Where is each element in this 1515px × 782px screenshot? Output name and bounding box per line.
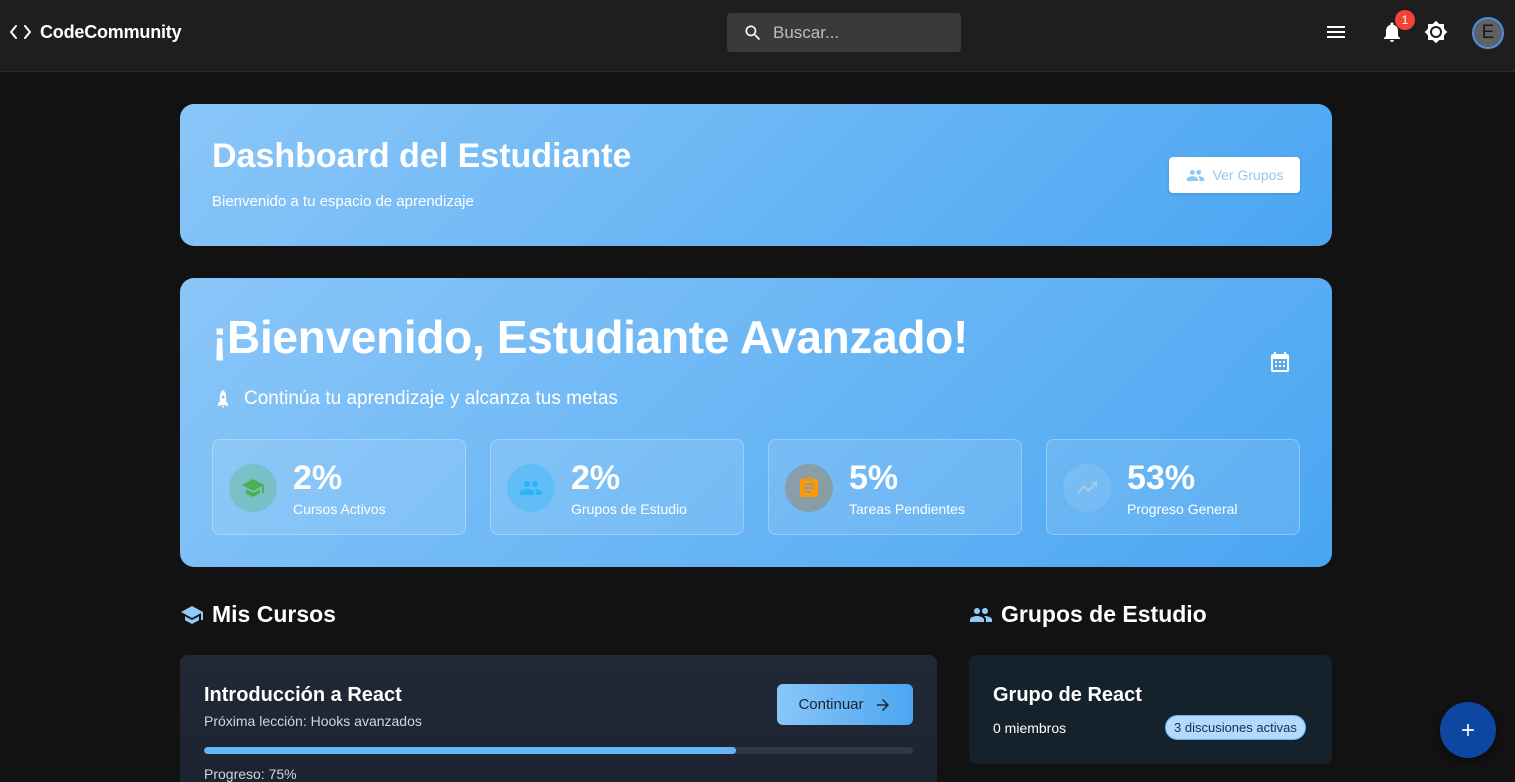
- stat-value: 2%: [293, 459, 343, 497]
- stat-label: Tareas Pendientes: [849, 501, 965, 517]
- stat-icon-circle: [229, 464, 277, 512]
- course-next-lesson: Próxima lección: Hooks avanzados: [204, 713, 422, 729]
- search-box[interactable]: [727, 13, 961, 52]
- add-fab-button[interactable]: [1440, 702, 1496, 758]
- rocket-icon: [212, 388, 234, 410]
- course-name: Introducción a React: [204, 684, 402, 706]
- continuar-button[interactable]: Continuar: [777, 684, 913, 725]
- course-progress-fill: [204, 747, 736, 754]
- search-input[interactable]: [773, 22, 943, 43]
- continuar-label: Continuar: [798, 696, 864, 713]
- school-icon: [180, 603, 204, 627]
- courses-title-text: Mis Cursos: [212, 601, 336, 627]
- welcome-title: ¡Bienvenido, Estudiante Avanzado!: [212, 311, 968, 363]
- courses-section-title: Mis Cursos: [180, 601, 336, 628]
- brand-name: CodeCommunity: [40, 21, 182, 42]
- notification-badge: 1: [1395, 10, 1415, 30]
- stat-card-grupos: 2% Grupos de Estudio: [490, 439, 744, 535]
- group-card[interactable]: Grupo de React 0 miembros 3 discusiones …: [969, 655, 1332, 764]
- page-subtitle: Bienvenido a tu espacio de aprendizaje: [212, 193, 474, 210]
- trending-up-icon: [1075, 476, 1099, 500]
- groups-section-title: Grupos de Estudio: [969, 601, 1207, 628]
- stat-card-cursos: 2% Cursos Activos: [212, 439, 466, 535]
- code-icon: [10, 25, 31, 39]
- ver-grupos-label: Ver Grupos: [1212, 167, 1284, 183]
- brightness-icon[interactable]: [1424, 20, 1448, 44]
- user-avatar[interactable]: E: [1472, 17, 1504, 49]
- dashboard-header-card: Dashboard del Estudiante Bienvenido a tu…: [180, 104, 1332, 246]
- calendar-icon[interactable]: [1268, 350, 1292, 374]
- search-icon: [743, 23, 763, 43]
- stat-card-progreso: 53% Progreso General: [1046, 439, 1300, 535]
- stat-value: 5%: [849, 459, 899, 497]
- welcome-card: ¡Bienvenido, Estudiante Avanzado! Contin…: [180, 278, 1332, 567]
- stat-value: 2%: [571, 459, 621, 497]
- stat-icon-circle: [507, 464, 555, 512]
- course-progress-label: Progreso: 75%: [204, 766, 297, 782]
- assignment-icon: [797, 476, 821, 500]
- stat-icon-circle: [1063, 464, 1111, 512]
- stat-label: Grupos de Estudio: [571, 501, 687, 517]
- group-members: 0 miembros: [993, 720, 1067, 736]
- top-app-bar: CodeCommunity 1 E: [0, 0, 1515, 72]
- arrow-forward-icon: [874, 696, 892, 714]
- stat-card-tareas: 5% Tareas Pendientes: [768, 439, 1022, 535]
- group-icon: [969, 603, 993, 627]
- brand[interactable]: CodeCommunity: [10, 20, 182, 44]
- page-title: Dashboard del Estudiante: [212, 137, 632, 175]
- groups-title-text: Grupos de Estudio: [1001, 601, 1207, 627]
- group-icon: [1186, 166, 1205, 185]
- discussions-chip[interactable]: 3 discusiones activas: [1165, 715, 1306, 740]
- stat-icon-circle: [785, 464, 833, 512]
- menu-icon[interactable]: [1324, 20, 1348, 44]
- group-icon: [519, 476, 543, 500]
- school-icon: [241, 476, 265, 500]
- ver-grupos-button[interactable]: Ver Grupos: [1169, 157, 1300, 193]
- group-name: Grupo de React: [993, 684, 1142, 706]
- stat-value: 53%: [1127, 459, 1196, 497]
- stat-label: Progreso General: [1127, 501, 1238, 517]
- course-card: Introducción a React Próxima lección: Ho…: [180, 655, 937, 782]
- welcome-subtitle: Continúa tu aprendizaje y alcanza tus me…: [244, 388, 618, 409]
- stat-label: Cursos Activos: [293, 501, 386, 517]
- welcome-subtitle-row: Continúa tu aprendizaje y alcanza tus me…: [212, 388, 618, 410]
- course-progress-bar: [204, 747, 913, 754]
- add-icon: [1458, 720, 1478, 740]
